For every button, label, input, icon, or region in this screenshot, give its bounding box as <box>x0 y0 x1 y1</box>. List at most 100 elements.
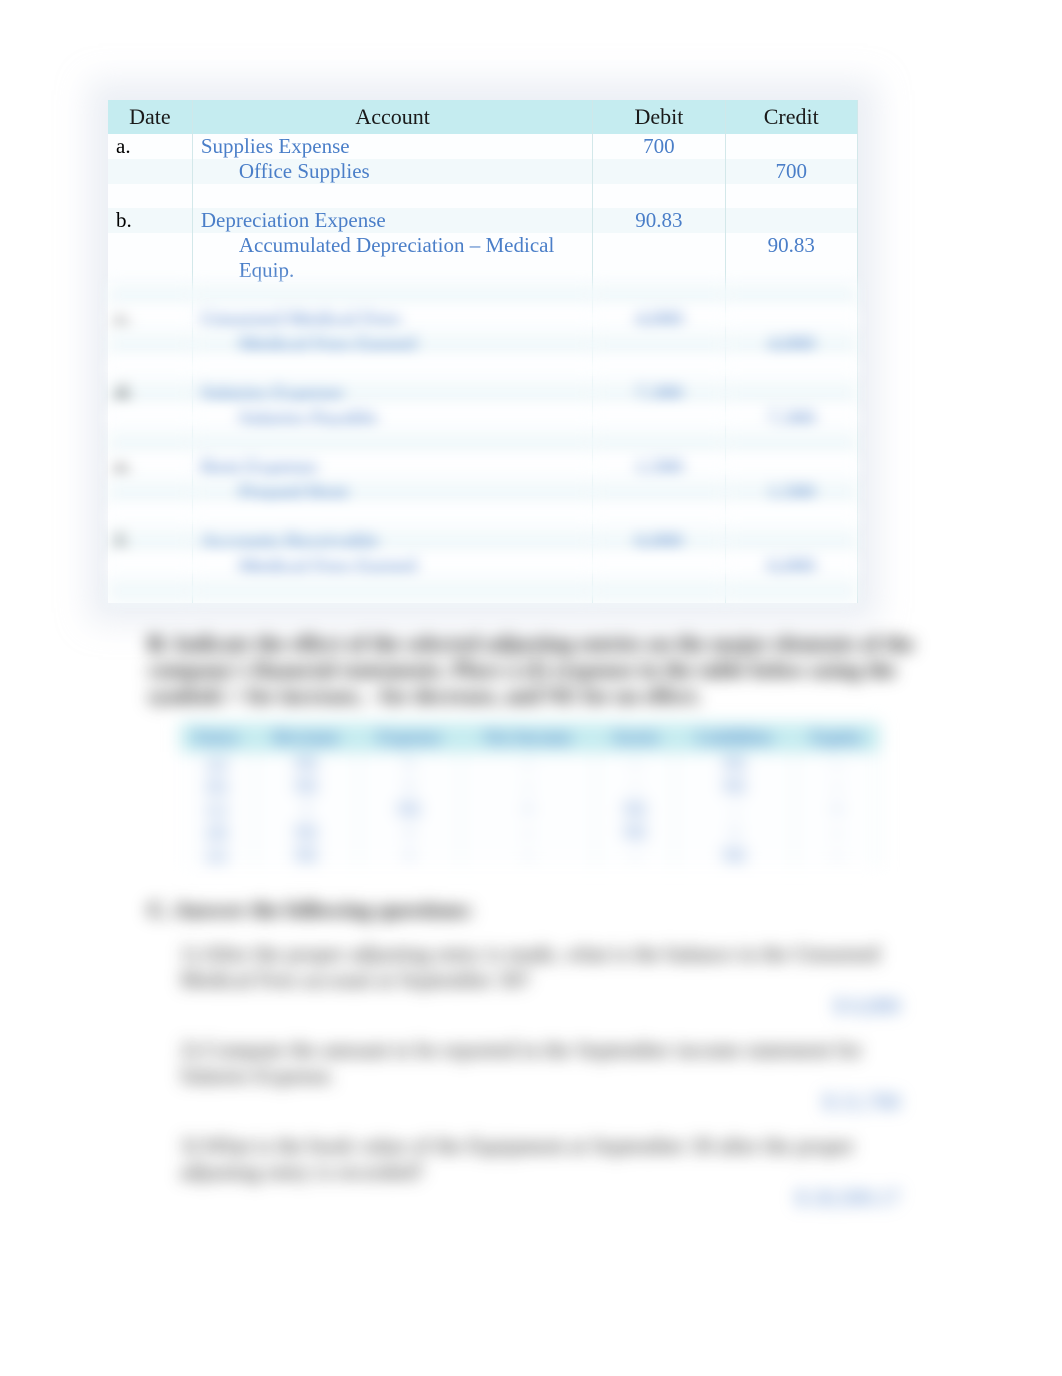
effects-cell: NE <box>359 798 461 821</box>
journal-credit-cell <box>725 579 857 603</box>
journal-debit-cell: 4,000 <box>593 307 725 332</box>
journal-credit-cell <box>725 307 857 332</box>
effects-cell: (c) <box>180 798 254 821</box>
journal-credit-cell <box>725 134 857 159</box>
effects-cell: - <box>460 844 596 867</box>
effects-cell: (a) <box>180 752 254 775</box>
journal-account-cell <box>192 184 592 208</box>
journal-credit-cell: 4,000 <box>725 332 857 357</box>
journal-credit-cell <box>725 505 857 529</box>
journal-debit-cell <box>593 505 725 529</box>
col-header-debit: Debit <box>593 100 725 134</box>
journal-credit-cell <box>725 431 857 455</box>
journal-date-cell <box>108 505 192 529</box>
journal-credit-cell: 6,000 <box>725 554 857 579</box>
journal-entries-table: Date Account Debit Credit a.Supplies Exp… <box>108 100 858 603</box>
journal-row: Accumulated Depreciation – Medical Equip… <box>108 233 858 283</box>
section-c-heading-text: Answer the following questions: <box>174 897 474 922</box>
journal-account-cell: Salaries Payable <box>192 406 592 431</box>
journal-account-cell <box>192 283 592 307</box>
effects-cell: - <box>795 844 880 867</box>
journal-credit-cell <box>725 208 857 233</box>
journal-row: f.Accounts Receivable6,000 <box>108 529 858 554</box>
journal-account-cell: Accounts Receivable <box>192 529 592 554</box>
journal-row <box>108 357 858 381</box>
journal-date-cell <box>108 159 192 184</box>
journal-account-cell <box>192 431 592 455</box>
journal-credit-cell: 90.83 <box>725 233 857 283</box>
section-b-prompt: B. Indicate the effect of the selected a… <box>148 631 928 709</box>
effects-row: (b)NE+--NE- <box>180 775 880 798</box>
effects-header: Assets <box>596 723 675 752</box>
journal-credit-cell <box>725 283 857 307</box>
effects-cell: - <box>596 752 675 775</box>
effects-cell: (e) <box>180 844 254 867</box>
journal-account-cell: Salaries Expense <box>192 381 592 406</box>
journal-date-cell <box>108 480 192 505</box>
effects-cell: + <box>460 798 596 821</box>
journal-debit-cell: 6,000 <box>593 529 725 554</box>
effects-cell: NE <box>254 752 358 775</box>
effects-cell: - <box>675 798 795 821</box>
question-2: 2) Compute the amount to be reported in … <box>180 1037 900 1115</box>
question-1: 1) After the proper adjusting entry is m… <box>180 941 900 1019</box>
journal-row <box>108 283 858 307</box>
journal-row: d.Salaries Expense7,300 <box>108 381 858 406</box>
journal-date-cell: e. <box>108 455 192 480</box>
effects-cell: - <box>596 844 675 867</box>
journal-debit-cell <box>593 480 725 505</box>
journal-account-cell: Supplies Expense <box>192 134 592 159</box>
effects-header: Equity <box>795 723 880 752</box>
journal-date-cell <box>108 579 192 603</box>
question-3: 3) What is the book value of the Equipme… <box>180 1133 900 1211</box>
effects-header: Revenue <box>254 723 358 752</box>
section-c-heading: C. Answer the following questions: <box>148 897 928 923</box>
journal-row: Medical Fees Earned 4,000 <box>108 332 858 357</box>
journal-date-cell <box>108 406 192 431</box>
journal-date-cell <box>108 283 192 307</box>
journal-date-cell <box>108 357 192 381</box>
journal-date-cell <box>108 431 192 455</box>
journal-credit-cell: 1,500 <box>725 480 857 505</box>
journal-row <box>108 431 858 455</box>
effects-cell: NE <box>675 844 795 867</box>
journal-credit-cell: 7,300 <box>725 406 857 431</box>
journal-debit-cell: 7,300 <box>593 381 725 406</box>
journal-account-cell: Medical Fees Earned <box>192 332 592 357</box>
q2-text: 2) Compute the amount to be reported in … <box>180 1037 862 1088</box>
journal-account-cell <box>192 579 592 603</box>
journal-date-cell: a. <box>108 134 192 159</box>
journal-row: b.Depreciation Expense90.83 <box>108 208 858 233</box>
journal-row: Office Supplies 700 <box>108 159 858 184</box>
journal-account-cell: Rent Expense <box>192 455 592 480</box>
effects-cell: - <box>795 752 880 775</box>
journal-date-cell: b. <box>108 208 192 233</box>
journal-account-cell: Office Supplies <box>192 159 592 184</box>
journal-debit-cell <box>593 554 725 579</box>
journal-credit-cell: 700 <box>725 159 857 184</box>
q3-answer: $ 20,509.17 <box>796 1185 901 1210</box>
effects-cell: (d) <box>180 821 254 844</box>
effects-cell: NE <box>596 821 675 844</box>
journal-account-cell <box>192 357 592 381</box>
journal-row: e.Rent Expense1,500 <box>108 455 858 480</box>
effects-cell: NE <box>596 798 675 821</box>
effects-row: (c)+NE+NE-+ <box>180 798 880 821</box>
journal-debit-cell <box>593 579 725 603</box>
effects-cell: + <box>795 798 880 821</box>
effects-header: Net Income <box>460 723 596 752</box>
col-header-date: Date <box>108 100 192 134</box>
journal-date-cell <box>108 332 192 357</box>
journal-credit-cell <box>725 529 857 554</box>
journal-debit-cell <box>593 159 725 184</box>
effects-header: Expense <box>359 723 461 752</box>
journal-debit-cell <box>593 431 725 455</box>
effects-cell: + <box>359 775 461 798</box>
journal-credit-cell <box>725 357 857 381</box>
journal-debit-cell <box>593 406 725 431</box>
journal-account-cell <box>192 505 592 529</box>
journal-credit-cell <box>725 381 857 406</box>
effects-row: (a)NE+--NE- <box>180 752 880 775</box>
journal-date-cell <box>108 554 192 579</box>
effects-cell: + <box>254 798 358 821</box>
